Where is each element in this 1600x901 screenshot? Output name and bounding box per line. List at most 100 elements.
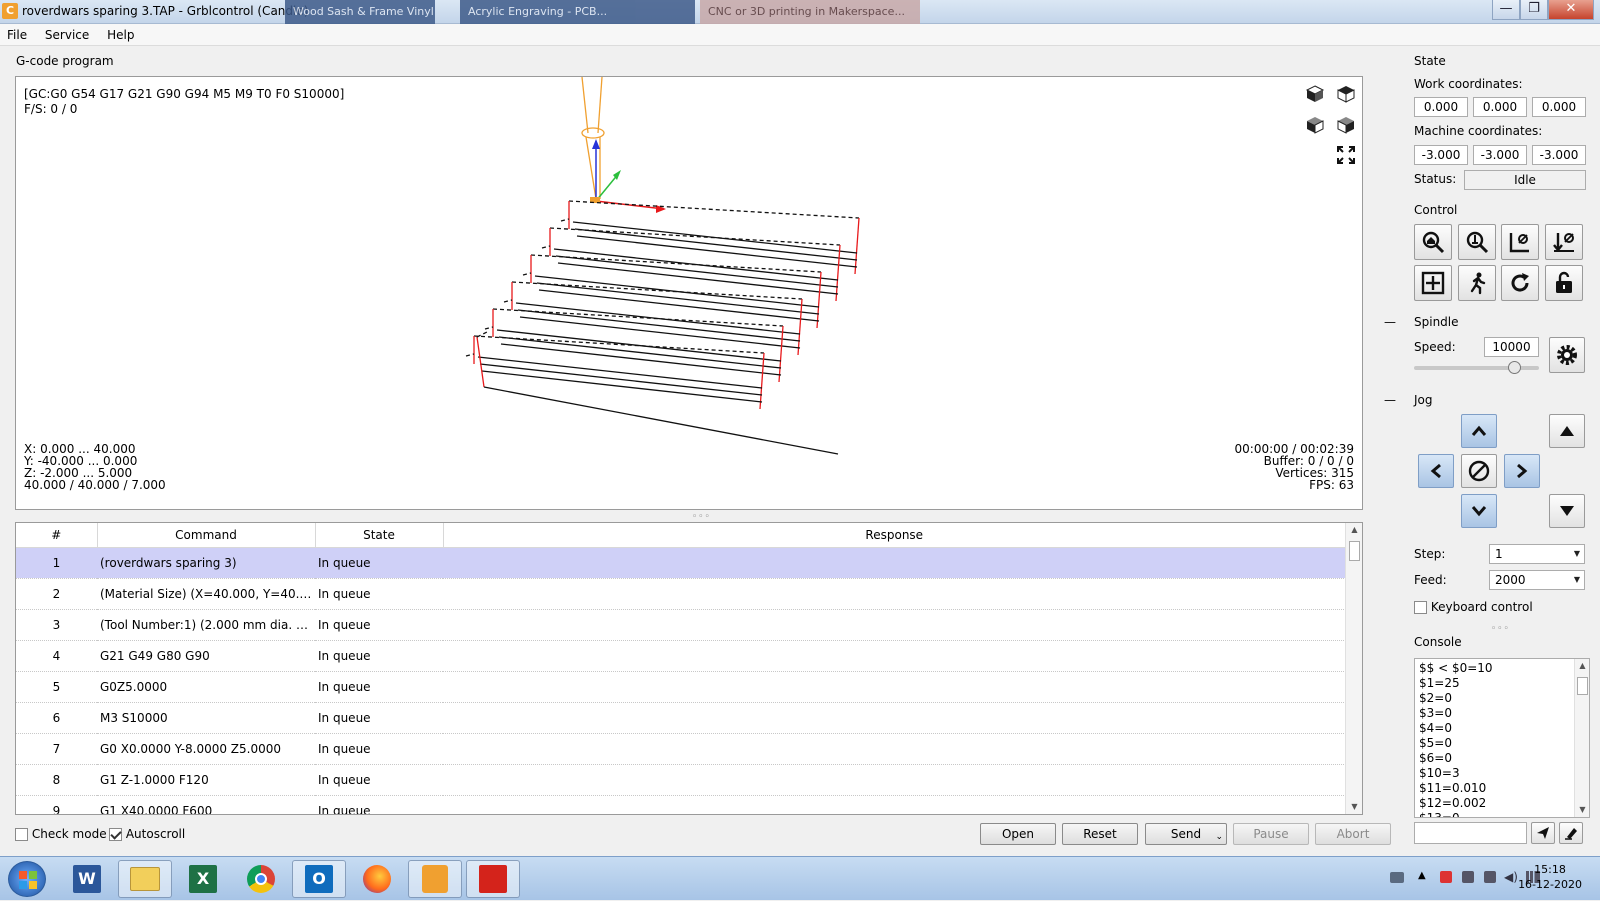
gcode-table[interactable]: # Command State Response 1 (roverdwars sp…: [15, 522, 1363, 815]
send-button[interactable]: Send ⌄: [1145, 823, 1227, 845]
action-center-icon[interactable]: [1440, 871, 1452, 883]
console-send-button[interactable]: [1531, 822, 1555, 844]
send-label: Send: [1170, 827, 1202, 841]
acrobat-taskbar-icon[interactable]: [466, 860, 520, 898]
table-row[interactable]: 5 G0Z5.0000 In queue: [16, 671, 1346, 703]
unlock-button[interactable]: [1545, 265, 1583, 301]
table-row[interactable]: 6 M3 S10000 In queue: [16, 702, 1346, 734]
outlook-taskbar-icon[interactable]: O: [292, 860, 346, 898]
table-row[interactable]: 4 G21 G49 G80 G90 In queue: [16, 640, 1346, 672]
view-left-icon[interactable]: [1334, 113, 1358, 137]
jog-y-plus-button[interactable]: [1461, 414, 1497, 448]
background-tab-3[interactable]: CNC or 3D printing in Makerspace...: [700, 0, 920, 24]
excel-taskbar-icon[interactable]: X: [176, 860, 230, 898]
candle-taskbar-icon[interactable]: [408, 860, 462, 898]
send-menu-indicator-icon[interactable]: ⌄: [1215, 827, 1223, 847]
table-row[interactable]: 9 G1 X40.0000 F600 In queue: [16, 795, 1346, 814]
soft-reset-button[interactable]: [1501, 265, 1539, 301]
keyboard-control-checkbox[interactable]: [1414, 601, 1427, 614]
column-header-command[interactable]: Command: [97, 523, 316, 548]
taskbar-clock[interactable]: 15:18 16-12-2020: [1518, 862, 1582, 892]
spindle-collapse-icon[interactable]: —: [1384, 315, 1396, 329]
minimize-button[interactable]: —: [1492, 0, 1520, 20]
feed-dropdown-icon[interactable]: ▼: [1574, 571, 1580, 589]
home-button[interactable]: [1414, 224, 1452, 260]
menu-help[interactable]: Help: [100, 24, 141, 42]
spindle-speed-slider[interactable]: [1414, 361, 1539, 374]
fit-view-icon[interactable]: [1334, 143, 1358, 167]
gcode-3d-viewport[interactable]: [GC:G0 G54 G17 G21 G90 G94 M5 M9 T0 F0 S…: [15, 76, 1363, 510]
table-row[interactable]: 7 G0 X0.0000 Y-8.0000 Z5.0000 In queue: [16, 733, 1346, 765]
view-top-icon[interactable]: [1334, 82, 1358, 106]
column-header-response[interactable]: Response: [443, 523, 1346, 548]
check-mode-checkbox[interactable]: [15, 828, 28, 841]
menu-file[interactable]: File: [0, 24, 34, 42]
row-response: [443, 578, 1346, 610]
power-tray-icon[interactable]: [1484, 871, 1496, 883]
feed-combobox[interactable]: 2000 ▼: [1489, 570, 1585, 590]
firefox-taskbar-icon[interactable]: [350, 860, 404, 898]
chrome-taskbar-icon[interactable]: [234, 860, 288, 898]
word-taskbar-icon[interactable]: W: [60, 860, 114, 898]
show-hidden-icons-icon[interactable]: ▲: [1418, 870, 1426, 881]
table-header-row: # Command State Response: [16, 523, 1346, 548]
check-mode-option[interactable]: Check mode: [15, 827, 107, 841]
zero-z-button[interactable]: [1545, 224, 1583, 260]
table-row[interactable]: 3 (Tool Number:1) (2.000 mm dia. slot... I…: [16, 609, 1346, 641]
console-scroll-up-icon[interactable]: ▲: [1575, 659, 1589, 673]
jog-x-plus-button[interactable]: [1504, 454, 1540, 488]
jog-z-plus-button[interactable]: [1549, 414, 1585, 448]
jog-x-minus-button[interactable]: [1418, 454, 1454, 488]
autoscroll-option[interactable]: Autoscroll: [109, 827, 185, 841]
table-row[interactable]: 1 (roverdwars sparing 3) In queue: [16, 547, 1346, 579]
device-tray-icon[interactable]: [1462, 871, 1474, 883]
console-scroll-down-icon[interactable]: ▼: [1575, 803, 1589, 817]
column-header-number[interactable]: #: [16, 523, 98, 548]
table-row[interactable]: 8 G1 Z-1.0000 F120 In queue: [16, 764, 1346, 796]
jog-collapse-icon[interactable]: —: [1384, 393, 1396, 407]
table-row[interactable]: 2(Material Size) (X=40.000, Y=40.000, ..…: [16, 578, 1346, 610]
view-front-icon[interactable]: [1303, 113, 1327, 137]
console-command-input[interactable]: [1414, 822, 1527, 844]
background-tab-1[interactable]: Wood Sash & Frame Vinyl Window...: [285, 0, 435, 24]
zero-xy-button[interactable]: [1501, 224, 1539, 260]
splitter-handle[interactable]: ◦◦◦: [692, 512, 711, 522]
table-scrollbar[interactable]: ▲ ▼: [1345, 523, 1362, 814]
console-clear-button[interactable]: [1559, 822, 1583, 844]
work-z-field: 0.000: [1532, 97, 1586, 117]
jog-y-minus-button[interactable]: [1461, 494, 1497, 528]
open-button[interactable]: Open: [980, 823, 1056, 845]
restore-origin-button[interactable]: [1414, 265, 1452, 301]
console-line: $11=0.010: [1419, 781, 1487, 795]
jog-stop-button[interactable]: [1461, 454, 1497, 488]
console-scroll-thumb[interactable]: [1577, 677, 1588, 695]
step-dropdown-icon[interactable]: ▼: [1574, 545, 1580, 563]
scroll-up-arrow-icon[interactable]: ▲: [1346, 523, 1362, 537]
scroll-down-arrow-icon[interactable]: ▼: [1346, 800, 1362, 814]
view-isometric-icon[interactable]: [1303, 82, 1327, 106]
right-splitter-handle[interactable]: ◦◦◦: [1491, 624, 1510, 634]
scroll-thumb[interactable]: [1349, 541, 1360, 561]
reset-button[interactable]: Reset: [1062, 823, 1138, 845]
maximize-button[interactable]: ❐: [1520, 0, 1548, 20]
explorer-taskbar-icon[interactable]: [118, 860, 172, 898]
spindle-speed-field[interactable]: 10000: [1484, 337, 1539, 357]
step-combobox[interactable]: 1 ▼: [1489, 544, 1585, 564]
jog-z-minus-button[interactable]: [1549, 494, 1585, 528]
probe-z-button[interactable]: [1458, 224, 1496, 260]
close-button[interactable]: ✕: [1548, 0, 1594, 20]
menu-service[interactable]: Service: [38, 24, 96, 42]
keyboard-tray-icon[interactable]: [1390, 872, 1404, 883]
console-output[interactable]: $$ < $0=10 $1=25 $2=0 $3=0 $4=0 $5=0 $6=0 $10=3…: [1414, 658, 1590, 818]
background-tab-2[interactable]: Acrylic Engraving - PCB...: [460, 0, 695, 24]
spindle-slider-knob[interactable]: [1508, 361, 1521, 374]
safe-position-button[interactable]: [1458, 265, 1496, 301]
start-button[interactable]: [8, 861, 46, 897]
autoscroll-checkbox[interactable]: [109, 828, 122, 841]
pause-button[interactable]: Pause: [1233, 823, 1309, 845]
keyboard-control-option[interactable]: Keyboard control: [1414, 600, 1533, 614]
column-header-state[interactable]: State: [315, 523, 444, 548]
volume-icon[interactable]: ◀): [1504, 870, 1518, 884]
spindle-toggle-button[interactable]: [1549, 337, 1585, 373]
console-scrollbar[interactable]: ▲ ▼: [1574, 659, 1589, 817]
